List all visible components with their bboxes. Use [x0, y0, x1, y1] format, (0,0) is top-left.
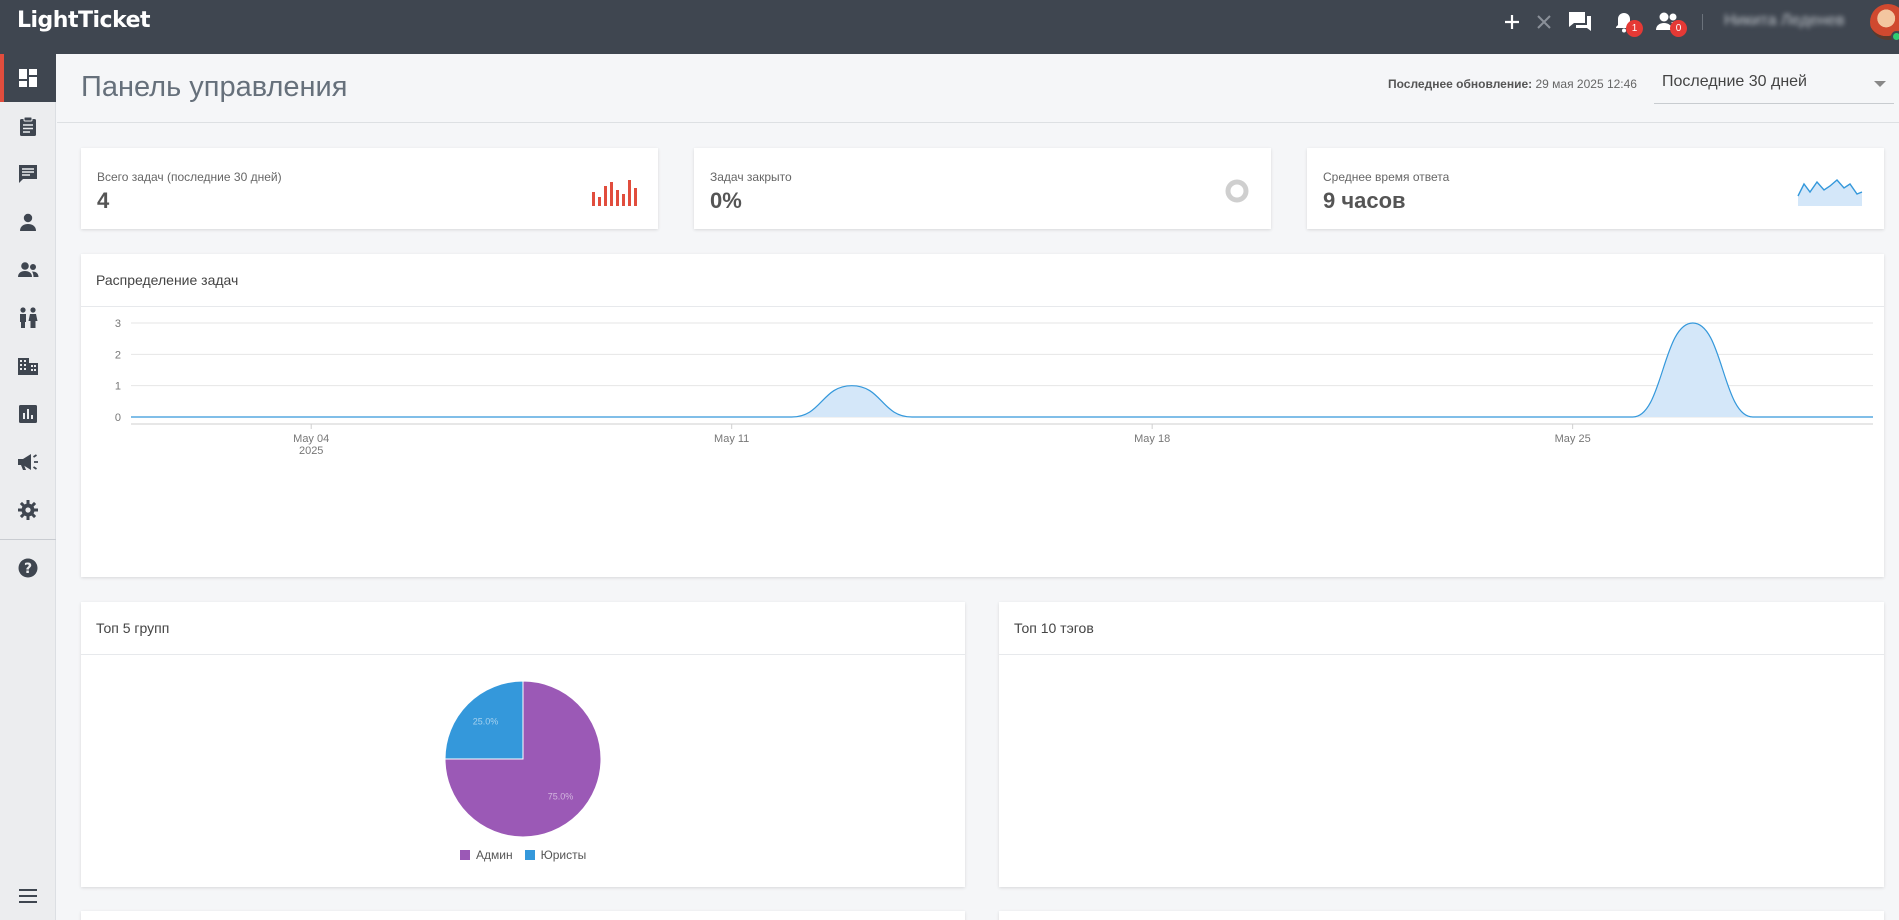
- clipboard-icon: [20, 116, 36, 136]
- chevron-down-icon: [1874, 81, 1886, 87]
- sidebar-item-groups[interactable]: [0, 246, 56, 294]
- x-tick-label: May 18: [1134, 433, 1170, 445]
- people-icon: [20, 307, 38, 328]
- sidebar-item-messages[interactable]: [0, 150, 56, 198]
- help-icon: ?: [18, 558, 38, 578]
- person-icon: [20, 213, 36, 231]
- sidebar-item-dashboard[interactable]: [0, 54, 56, 102]
- pie-legend: Админ Юристы: [460, 848, 586, 862]
- legend-swatch-admin: [460, 850, 470, 860]
- svg-text:?: ?: [24, 561, 32, 577]
- stat-label: Среднее время ответа: [1323, 170, 1450, 184]
- stat-value: 4: [97, 188, 110, 213]
- series-area: [131, 323, 1873, 417]
- series-line: [131, 322, 1873, 418]
- y-tick-label: 1: [115, 381, 121, 393]
- y-tick-label: 0: [115, 412, 121, 424]
- stat-label: Задач закрыто: [710, 170, 792, 184]
- legend-swatch-lawyers: [524, 850, 535, 860]
- top-bar: LightTicket 1 0 Никита Леденев: [0, 0, 1899, 54]
- period-select-value: Последние 30 дней: [1662, 73, 1807, 90]
- page-title: Панель управления: [81, 71, 348, 103]
- group-icon: [18, 262, 39, 277]
- sidebar-item-settings[interactable]: [0, 486, 56, 534]
- users-badge: 0: [1670, 20, 1687, 37]
- x-tick-sublabel: 2025: [299, 445, 323, 457]
- sidebar-item-teams[interactable]: [0, 294, 56, 342]
- gear-icon: [18, 500, 38, 520]
- card-title: Топ 10 тэгов: [1014, 620, 1094, 636]
- distribution-chart: 0 1 2 3 May 042025 May 11 May 18 May 25: [115, 318, 1874, 457]
- close-icon[interactable]: [1530, 8, 1558, 36]
- card-title-divider: [999, 654, 1884, 655]
- last-update-label: Последнее обновление:: [1388, 77, 1533, 91]
- megaphone-icon: [18, 454, 38, 470]
- stat-card-avg-response: Среднее время ответа 9 часов: [1307, 148, 1884, 229]
- x-tick-label: May 25: [1555, 433, 1591, 445]
- pie-slice-label: 75.0%: [548, 792, 574, 802]
- x-tick-label: May 04: [293, 433, 329, 445]
- chat-icon[interactable]: [1566, 8, 1594, 36]
- next-card-left: [81, 911, 965, 920]
- plus-icon[interactable]: [1498, 8, 1526, 36]
- user-name[interactable]: Никита Леденев: [1724, 12, 1844, 30]
- building-icon: [18, 358, 38, 375]
- stat-label: Всего задач (последние 30 дней): [97, 170, 282, 184]
- message-icon: [19, 165, 37, 183]
- menu-icon: [19, 889, 37, 903]
- online-status-dot: [1891, 31, 1899, 42]
- chart-icon: [19, 405, 37, 423]
- sidebar-item-help[interactable]: ?: [0, 544, 56, 592]
- last-update-value: 29 мая 2025 12:46: [1535, 77, 1637, 91]
- notifications-badge: 1: [1626, 20, 1643, 37]
- stat-card-closed-tickets: Задач закрыто 0%: [694, 148, 1271, 229]
- dashboard-icon: [19, 69, 37, 87]
- pie-slice-label: 25.0%: [473, 716, 499, 726]
- topbar-separator: [1702, 14, 1703, 30]
- y-tick-label: 2: [115, 349, 121, 361]
- stat-card-total-tickets: Всего задач (последние 30 дней) 4: [81, 148, 658, 229]
- top-tags-card: Топ 10 тэгов: [999, 602, 1884, 887]
- next-card-right: [999, 911, 1884, 920]
- y-tick-label: 3: [115, 318, 121, 330]
- app-logo[interactable]: LightTicket: [17, 8, 151, 33]
- legend-label-admin: Админ: [476, 848, 513, 862]
- stat-value: 9 часов: [1323, 188, 1406, 213]
- distribution-card: Распределение задач 0 1 2 3 May 04 2025 May 11…: [81, 254, 1884, 577]
- donut-sparkline-icon: [1225, 179, 1249, 203]
- sidebar-item-tickets[interactable]: [0, 102, 56, 150]
- legend-label-lawyers: Юристы: [540, 848, 587, 862]
- top-groups-card: Топ 5 групп 75.0% 25.0% Админ Юристы: [81, 602, 965, 887]
- x-tick-label: May 11: [714, 433, 749, 445]
- last-update: Последнее обновление: 29 мая 2025 12:46: [1388, 77, 1637, 91]
- sidebar: ?: [0, 54, 56, 920]
- sidebar-menu-toggle[interactable]: [0, 872, 56, 920]
- sidebar-item-reports[interactable]: [0, 390, 56, 438]
- sidebar-item-user[interactable]: [0, 198, 56, 246]
- stat-value: 0%: [710, 188, 742, 213]
- sidebar-separator: [0, 539, 56, 540]
- header-divider: [57, 122, 1899, 123]
- sidebar-item-organizations[interactable]: [0, 342, 56, 390]
- period-select[interactable]: Последние 30 дней: [1654, 66, 1894, 104]
- bar-sparkline-icon: [592, 180, 637, 206]
- line-sparkline-icon: [1797, 179, 1863, 206]
- top-groups-pie-chart: 75.0% 25.0%: [444, 680, 602, 838]
- sidebar-item-announcements[interactable]: [0, 438, 56, 486]
